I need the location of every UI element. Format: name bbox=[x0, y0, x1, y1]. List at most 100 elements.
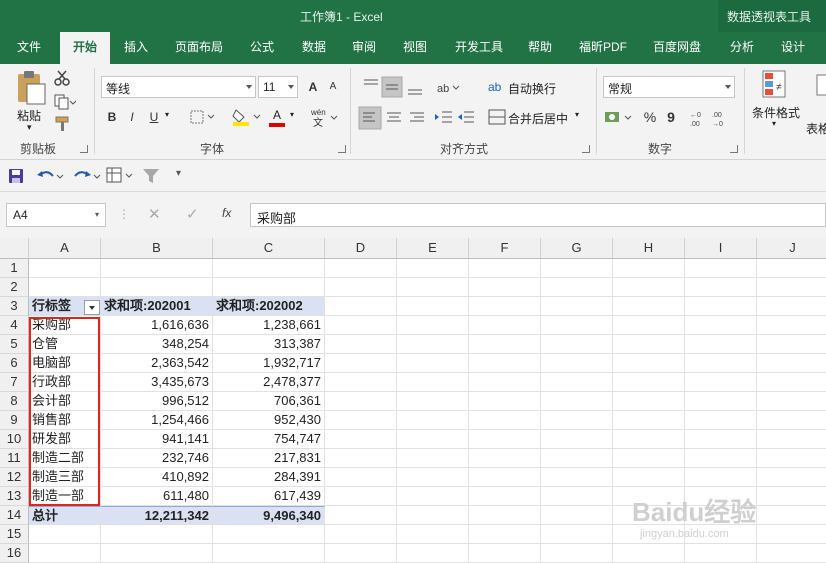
row-header[interactable]: 8 bbox=[0, 392, 29, 411]
column-header[interactable]: I bbox=[685, 238, 757, 259]
form-view-icon[interactable] bbox=[106, 167, 136, 185]
pivot-value-cell[interactable]: 348,254 bbox=[101, 335, 213, 354]
pivot-value-cell[interactable]: 1,238,661 bbox=[213, 316, 325, 335]
copy-icon[interactable] bbox=[54, 94, 76, 110]
customize-qat-icon[interactable]: ▾ bbox=[176, 168, 181, 179]
paste-dropdown-icon[interactable]: ▾ bbox=[27, 122, 32, 133]
pivot-value-cell[interactable]: 232,746 bbox=[101, 449, 213, 468]
row-header[interactable]: 6 bbox=[0, 354, 29, 373]
pivot-value-header[interactable]: 求和项:202001 bbox=[101, 297, 213, 316]
bold-button[interactable]: B bbox=[101, 106, 123, 128]
redo-icon[interactable] bbox=[72, 168, 102, 184]
pivot-value-cell[interactable]: 217,831 bbox=[213, 449, 325, 468]
formula-input[interactable]: 采购部 bbox=[250, 203, 826, 227]
pivot-value-cell[interactable]: 941,141 bbox=[101, 430, 213, 449]
tab-view[interactable]: 视图 bbox=[393, 32, 437, 64]
cancel-icon[interactable]: ✕ bbox=[148, 205, 161, 223]
tab-analyze[interactable]: 分析 bbox=[720, 32, 764, 64]
underline-button[interactable]: U bbox=[143, 106, 165, 128]
tab-review[interactable]: 审阅 bbox=[342, 32, 386, 64]
row-header[interactable]: 15 bbox=[0, 525, 29, 544]
vertical-align-icons[interactable] bbox=[360, 76, 426, 98]
decrease-font-icon[interactable]: A bbox=[322, 76, 344, 98]
tab-foxit-pdf[interactable]: 福昕PDF bbox=[572, 32, 634, 64]
row-header[interactable]: 3 bbox=[0, 297, 29, 316]
pivot-total-value[interactable]: 12,211,342 bbox=[101, 506, 213, 525]
row-header[interactable]: 4 bbox=[0, 316, 29, 335]
paste-icon[interactable] bbox=[15, 70, 47, 106]
pivot-row-label[interactable]: 制造三部 bbox=[29, 468, 101, 487]
italic-button[interactable]: I bbox=[121, 106, 143, 128]
pivot-row-label[interactable]: 销售部 bbox=[29, 411, 101, 430]
format-as-table-button[interactable]: 表格 bbox=[806, 120, 826, 137]
pivot-value-cell[interactable]: 706,361 bbox=[213, 392, 325, 411]
conditional-format-icon[interactable]: ≠ bbox=[762, 70, 792, 102]
pivot-row-label[interactable]: 行政部 bbox=[29, 373, 101, 392]
indent-icons[interactable] bbox=[434, 108, 478, 128]
row-header[interactable]: 9 bbox=[0, 411, 29, 430]
tab-developer[interactable]: 开发工具 bbox=[446, 32, 512, 64]
underline-dropdown-icon[interactable]: ▾ bbox=[165, 110, 169, 119]
percent-style-button[interactable]: % bbox=[639, 106, 661, 128]
horizontal-align-icons[interactable] bbox=[358, 106, 428, 130]
pivot-value-header[interactable]: 求和项:202002 bbox=[213, 297, 325, 316]
pivot-value-cell[interactable]: 754,747 bbox=[213, 430, 325, 449]
pivot-value-cell[interactable]: 1,932,717 bbox=[213, 354, 325, 373]
wrap-text-icon[interactable]: ab bbox=[488, 78, 506, 94]
select-all-corner[interactable] bbox=[0, 238, 29, 259]
column-header[interactable]: A bbox=[29, 238, 101, 259]
row-header[interactable]: 14 bbox=[0, 506, 29, 525]
tab-help[interactable]: 帮助 bbox=[518, 32, 562, 64]
pivot-row-label[interactable]: 制造一部 bbox=[29, 487, 101, 506]
tab-data[interactable]: 数据 bbox=[292, 32, 336, 64]
column-header[interactable]: D bbox=[325, 238, 397, 259]
format-painter-icon[interactable] bbox=[54, 116, 72, 132]
pivot-value-cell[interactable]: 3,435,673 bbox=[101, 373, 213, 392]
borders-icon[interactable] bbox=[190, 110, 216, 124]
cut-icon[interactable] bbox=[54, 70, 70, 86]
pivot-value-cell[interactable]: 1,616,636 bbox=[101, 316, 213, 335]
pivot-row-label[interactable]: 制造二部 bbox=[29, 449, 101, 468]
row-header[interactable]: 16 bbox=[0, 544, 29, 563]
row-header[interactable]: 12 bbox=[0, 468, 29, 487]
pivot-value-cell[interactable]: 952,430 bbox=[213, 411, 325, 430]
row-header[interactable]: 10 bbox=[0, 430, 29, 449]
column-header[interactable]: H bbox=[613, 238, 685, 259]
save-icon[interactable] bbox=[8, 168, 24, 184]
pivot-row-label[interactable]: 采购部 bbox=[29, 316, 101, 335]
row-header[interactable]: 11 bbox=[0, 449, 29, 468]
pivot-row-label[interactable]: 仓管 bbox=[29, 335, 101, 354]
row-labels-filter-button[interactable] bbox=[84, 300, 100, 315]
pivot-value-cell[interactable]: 2,363,542 bbox=[101, 354, 213, 373]
number-dialog-launcher[interactable] bbox=[730, 145, 738, 153]
pivot-row-label[interactable]: 会计部 bbox=[29, 392, 101, 411]
pivot-value-cell[interactable]: 313,387 bbox=[213, 335, 325, 354]
pivot-value-cell[interactable]: 284,391 bbox=[213, 468, 325, 487]
row-header[interactable]: 7 bbox=[0, 373, 29, 392]
name-box-dropdown-icon[interactable]: ▾ bbox=[95, 210, 99, 219]
pivot-row-label[interactable]: 电脑部 bbox=[29, 354, 101, 373]
confirm-icon[interactable]: ✓ bbox=[186, 205, 199, 223]
tab-home[interactable]: 开始 bbox=[60, 32, 110, 64]
pivot-total-label[interactable]: 总计 bbox=[29, 506, 101, 525]
column-header[interactable]: E bbox=[397, 238, 469, 259]
accounting-format-icon[interactable] bbox=[604, 109, 636, 127]
pivot-total-value[interactable]: 9,496,340 bbox=[213, 506, 325, 525]
insert-function-icon[interactable]: fx bbox=[222, 206, 231, 220]
tab-baidu-netdisk[interactable]: 百度网盘 bbox=[644, 32, 710, 64]
filter-icon[interactable] bbox=[142, 167, 160, 185]
format-as-table-icon[interactable] bbox=[816, 74, 826, 98]
column-header[interactable]: F bbox=[469, 238, 541, 259]
name-box[interactable]: A4 ▾ bbox=[6, 203, 106, 227]
tab-formulas[interactable]: 公式 bbox=[240, 32, 284, 64]
merge-center-button[interactable]: 合并后居中 bbox=[508, 110, 568, 127]
font-color-dropdown-icon[interactable]: ▾ bbox=[290, 110, 294, 119]
phonetic-guide-icon[interactable]: wén文 bbox=[308, 106, 340, 128]
row-header[interactable]: 1 bbox=[0, 259, 29, 278]
row-header[interactable]: 13 bbox=[0, 487, 29, 506]
font-name-select[interactable]: 等线 bbox=[101, 76, 256, 98]
decimal-adjust-icons[interactable]: ←0 .00 .00 →0 bbox=[688, 108, 736, 128]
pivot-row-label[interactable]: 研发部 bbox=[29, 430, 101, 449]
pivot-value-cell[interactable]: 996,512 bbox=[101, 392, 213, 411]
clipboard-dialog-launcher[interactable] bbox=[80, 145, 88, 153]
